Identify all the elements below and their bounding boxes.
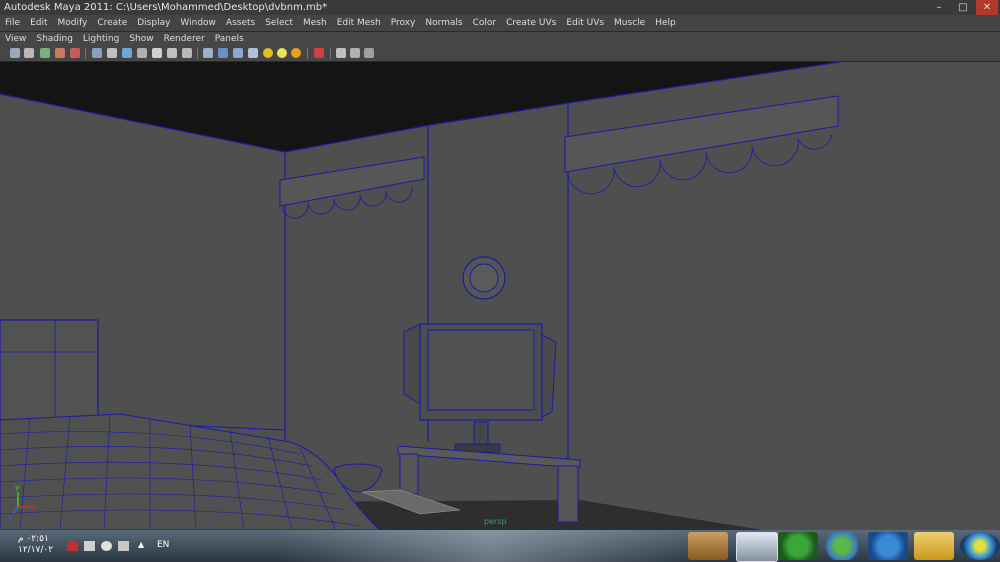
- grid-icon[interactable]: [92, 48, 102, 58]
- network-icon[interactable]: [84, 541, 95, 551]
- tv-left-speaker: [403, 323, 421, 405]
- menu-window[interactable]: Window: [175, 15, 221, 31]
- two-d-pan-zoom-icon[interactable]: [70, 48, 80, 58]
- window-title: Autodesk Maya 2011: C:\Users\Mohammed\De…: [4, 2, 328, 13]
- menu-help[interactable]: Help: [650, 15, 681, 31]
- axis-label-z: z: [8, 514, 12, 523]
- language-indicator[interactable]: EN: [157, 540, 169, 550]
- menu-display[interactable]: Display: [132, 15, 175, 31]
- title-bar: Autodesk Maya 2011: C:\Users\Mohammed\De…: [0, 0, 1000, 15]
- isolate-select-icon[interactable]: [314, 48, 324, 58]
- wireframe-on-shaded-icon[interactable]: [233, 48, 243, 58]
- safe-title-icon[interactable]: [182, 48, 192, 58]
- main-menu-bar: File Edit Modify Create Display Window Assets S…: [0, 15, 1000, 32]
- close-button[interactable]: ✕: [976, 0, 998, 15]
- panel-menu-lighting[interactable]: Lighting: [78, 32, 124, 46]
- camera-name-label: persp: [484, 517, 507, 526]
- tray-clock[interactable]: ٠٢:٥١ م ١٢/١٧/٠٢: [18, 534, 53, 556]
- taskbar-glare: [280, 530, 700, 562]
- film-gate-icon[interactable]: [107, 48, 117, 58]
- default-light-icon[interactable]: [263, 48, 273, 58]
- tv-table-leg-right: [557, 465, 579, 523]
- menu-proxy[interactable]: Proxy: [386, 15, 421, 31]
- utorrent-icon[interactable]: [778, 532, 818, 560]
- smooth-shade-icon[interactable]: [218, 48, 228, 58]
- maxthon-icon[interactable]: [868, 532, 908, 560]
- menu-file[interactable]: File: [0, 15, 25, 31]
- panel-menu-show[interactable]: Show: [124, 32, 158, 46]
- menu-mesh[interactable]: Mesh: [298, 15, 332, 31]
- panel-menu-renderer[interactable]: Renderer: [159, 32, 210, 46]
- backface-culling-icon[interactable]: [364, 48, 374, 58]
- action-center-flag-icon[interactable]: [67, 541, 78, 551]
- clock-date: ١٢/١٧/٠٢: [18, 545, 54, 555]
- all-lights-icon[interactable]: [277, 48, 287, 58]
- tv-stand: [473, 421, 489, 447]
- wireframe-icon[interactable]: [203, 48, 213, 58]
- panel-menu-view[interactable]: View: [0, 32, 31, 46]
- textured-icon[interactable]: [248, 48, 258, 58]
- toolbar-separator: [85, 48, 86, 59]
- menu-select[interactable]: Select: [260, 15, 298, 31]
- menu-color[interactable]: Color: [468, 15, 502, 31]
- clock-time: ٠٢:٥١ م: [18, 534, 49, 544]
- bookmarks-icon[interactable]: [40, 48, 50, 58]
- menu-edit-mesh[interactable]: Edit Mesh: [332, 15, 386, 31]
- toolbar-separator: [197, 48, 198, 59]
- messenger-icon[interactable]: [822, 532, 862, 560]
- menu-modify[interactable]: Modify: [53, 15, 93, 31]
- maya-app-icon[interactable]: [736, 532, 778, 562]
- show-hidden-icons-button[interactable]: ▲: [138, 540, 144, 549]
- windows-taskbar: ٠٢:٥١ م ١٢/١٧/٠٢ ▲ EN: [0, 530, 1000, 562]
- minimize-button[interactable]: –: [928, 0, 950, 15]
- gate-mask-icon[interactable]: [137, 48, 147, 58]
- maximize-button[interactable]: □: [952, 0, 974, 15]
- perspective-viewport[interactable]: y x z persp: [0, 62, 1000, 530]
- paint-app-icon[interactable]: [688, 532, 728, 560]
- toolbar-separator: [330, 48, 331, 59]
- select-camera-icon[interactable]: [10, 48, 20, 58]
- bed-headboard: [0, 319, 99, 421]
- field-chart-icon[interactable]: [152, 48, 162, 58]
- resolution-gate-icon[interactable]: [122, 48, 132, 58]
- toolbar-separator: [307, 48, 308, 59]
- valance-left: [279, 156, 425, 207]
- tv-table-leg-left: [399, 453, 419, 495]
- xray-joints-icon[interactable]: [350, 48, 360, 58]
- menu-create[interactable]: Create: [92, 15, 132, 31]
- panel-menu-shading[interactable]: Shading: [31, 32, 78, 46]
- axis-label-x: x: [31, 503, 36, 512]
- valance-right: [564, 95, 839, 173]
- menu-edit[interactable]: Edit: [25, 15, 52, 31]
- menu-assets[interactable]: Assets: [221, 15, 260, 31]
- shadows-icon[interactable]: [291, 48, 301, 58]
- image-plane-icon[interactable]: [55, 48, 65, 58]
- xray-icon[interactable]: [336, 48, 346, 58]
- menu-muscle[interactable]: Muscle: [609, 15, 650, 31]
- panel-menu-bar: View Shading Lighting Show Renderer Panels: [0, 32, 1000, 46]
- menu-edit-uvs[interactable]: Edit UVs: [561, 15, 609, 31]
- folder-icon[interactable]: [914, 532, 954, 560]
- scene-canvas[interactable]: y x z: [0, 62, 1000, 530]
- menu-create-uvs[interactable]: Create UVs: [501, 15, 561, 31]
- volume-icon[interactable]: [101, 541, 112, 551]
- camera-attributes-icon[interactable]: [24, 48, 34, 58]
- safe-action-icon[interactable]: [167, 48, 177, 58]
- panel-menu-panels[interactable]: Panels: [210, 32, 249, 46]
- windows-start-icon[interactable]: [960, 532, 1000, 560]
- usb-device-icon[interactable]: [118, 541, 129, 551]
- tv-screen: [427, 329, 535, 411]
- menu-normals[interactable]: Normals: [420, 15, 467, 31]
- panel-toolbar: [0, 46, 1000, 62]
- axis-label-y: y: [15, 483, 20, 492]
